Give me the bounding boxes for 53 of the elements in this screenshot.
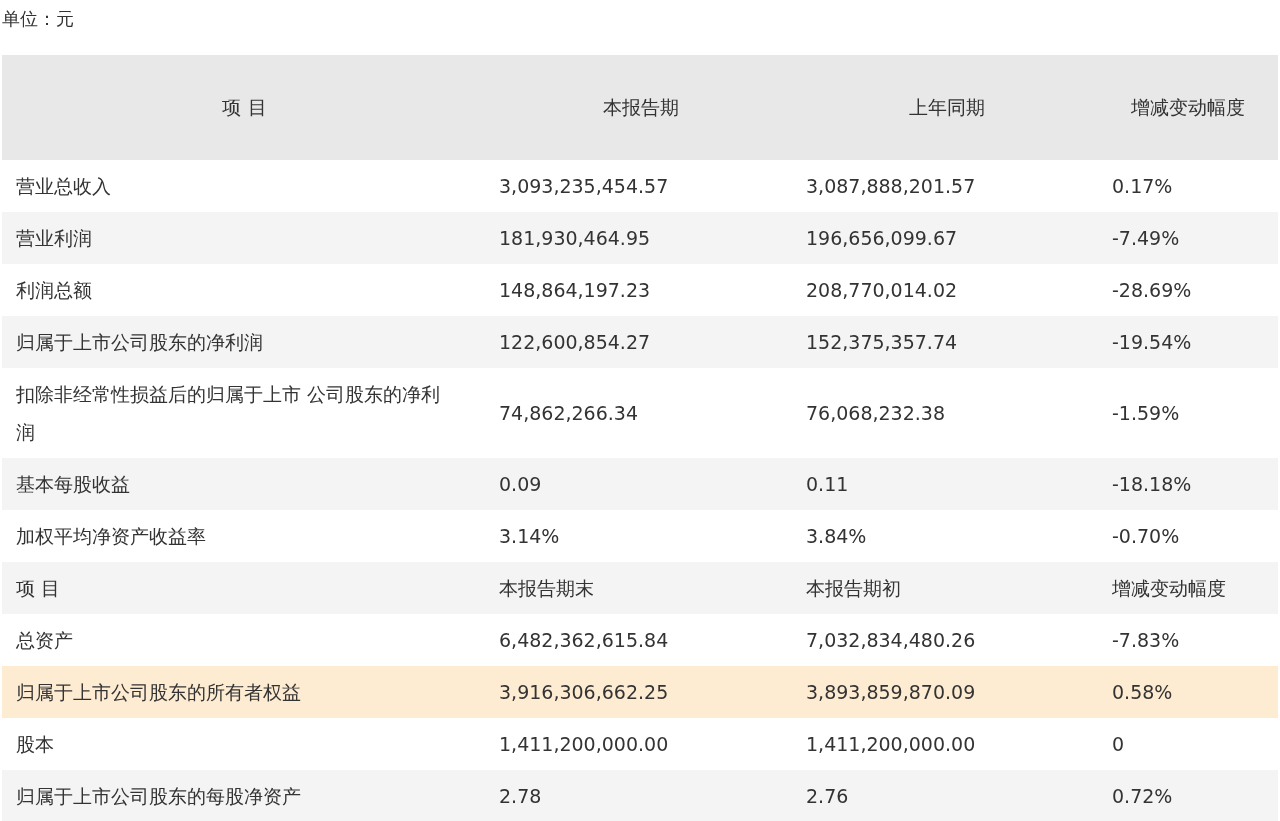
table-cell-text: 利润总额 bbox=[16, 278, 92, 303]
table-cell-text: 本报告期末 bbox=[499, 576, 594, 601]
table-cell-text: 归属于上市公司股东的每股净资产 bbox=[16, 784, 301, 809]
table-cell-text: 扣除非经常性损益后的归属于上市 公司股东的净利润 bbox=[16, 382, 442, 445]
table-cell-text: -19.54% bbox=[1112, 330, 1192, 355]
table-cell-text: 营业总收入 bbox=[16, 174, 111, 199]
table-cell-text: 3.84% bbox=[806, 524, 867, 549]
table-cell-text: -18.18% bbox=[1112, 472, 1192, 497]
column-header: 本报告期 bbox=[602, 95, 679, 121]
table-cell-text: 7,032,834,480.26 bbox=[806, 628, 976, 653]
table-cell-text: 股本 bbox=[16, 732, 54, 757]
unit-label: 单位：元 bbox=[2, 6, 74, 31]
table-cell-text: 0.58% bbox=[1112, 680, 1173, 705]
table-cell-text: 1,411,200,000.00 bbox=[806, 732, 976, 757]
column-header: 上年同期 bbox=[909, 95, 985, 121]
table-cell-text: 加权平均净资产收益率 bbox=[16, 524, 206, 549]
column-header: 增减变动幅度 bbox=[1130, 95, 1245, 121]
table-cell-text: 增减变动幅度 bbox=[1112, 576, 1226, 601]
table-cell-text: 208,770,014.02 bbox=[806, 278, 958, 303]
table-cell-text: 74,862,266.34 bbox=[499, 401, 638, 426]
table-cell-text: 3,093,235,454.57 bbox=[499, 174, 669, 199]
table-cell-text: 本报告期初 bbox=[806, 576, 901, 601]
table-cell-text: 3,893,859,870.09 bbox=[806, 680, 976, 705]
table-cell-text: 归属于上市公司股东的所有者权益 bbox=[16, 680, 301, 705]
table-cell-text: 营业利润 bbox=[16, 226, 92, 251]
table-cell-text: 总资产 bbox=[16, 628, 73, 653]
table-cell-text: 2.76 bbox=[806, 784, 849, 809]
table-cell-text: 148,864,197.23 bbox=[499, 278, 651, 303]
table-cell-text: 0.17% bbox=[1112, 174, 1173, 199]
table-cell-text: 3,916,306,662.25 bbox=[499, 680, 669, 705]
table-cell-text: 1,411,200,000.00 bbox=[499, 732, 669, 757]
table-cell-text: 76,068,232.38 bbox=[806, 401, 945, 426]
table-cell-text: -28.69% bbox=[1112, 278, 1192, 303]
table-cell-text: 项 目 bbox=[16, 576, 61, 601]
table-cell-text: 181,930,464.95 bbox=[499, 226, 651, 251]
table-cell-text: 3,087,888,201.57 bbox=[806, 174, 976, 199]
table-cell-text: 0 bbox=[1112, 732, 1125, 757]
table-cell-text: 基本每股收益 bbox=[16, 472, 130, 497]
table-cell-text: -7.49% bbox=[1112, 226, 1180, 251]
column-header: 项 目 bbox=[222, 95, 267, 121]
table-cell-text: 0.11 bbox=[806, 472, 849, 497]
table-cell-text: 3.14% bbox=[499, 524, 560, 549]
table-cell-text: 196,656,099.67 bbox=[806, 226, 958, 251]
table-cell-text: -1.59% bbox=[1112, 401, 1180, 426]
table-cell-text: 归属于上市公司股东的净利润 bbox=[16, 330, 263, 355]
table-cell-text: -0.70% bbox=[1112, 524, 1180, 549]
table-cell-text: 2.78 bbox=[499, 784, 542, 809]
table-cell-text: 122,600,854.27 bbox=[499, 330, 651, 355]
table-cell-text: 6,482,362,615.84 bbox=[499, 628, 669, 653]
table-cell-text: 0.09 bbox=[499, 472, 542, 497]
table-cell-text: 152,375,357.74 bbox=[806, 330, 958, 355]
table-cell-text: -7.83% bbox=[1112, 628, 1180, 653]
table-cell-text: 0.72% bbox=[1112, 784, 1173, 809]
